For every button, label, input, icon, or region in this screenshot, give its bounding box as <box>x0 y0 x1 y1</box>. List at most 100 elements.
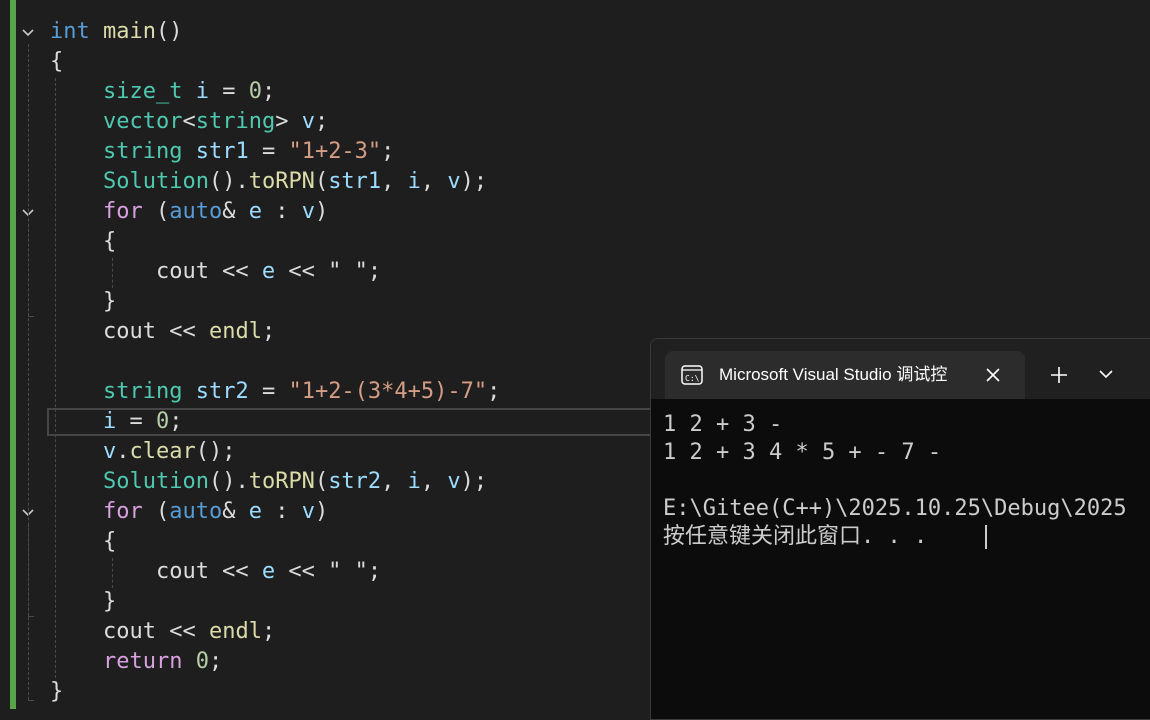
code-line[interactable]: int main() <box>50 17 182 47</box>
code-token: < <box>182 109 196 134</box>
code-token: i <box>407 169 421 194</box>
code-token: : <box>261 199 302 224</box>
code-token: ) <box>314 499 329 524</box>
code-token: ; <box>208 649 223 674</box>
code-line[interactable]: cout << e << " "; <box>50 257 381 287</box>
code-token: 0 <box>248 79 262 104</box>
fold-chevron-icon[interactable] <box>20 24 36 40</box>
code-token: e <box>248 199 262 224</box>
terminal-tab-title: Microsoft Visual Studio 调试控 <box>719 365 948 384</box>
code-line[interactable]: i = 0; <box>50 407 183 437</box>
terminal-output-line: 1 2 + 3 4 * 5 + - 7 - <box>663 440 942 465</box>
code-token: ; <box>261 79 276 104</box>
code-token: v <box>102 439 117 464</box>
code-token: , <box>381 469 408 494</box>
code-token: e <box>261 259 276 284</box>
code-token: { <box>50 529 117 554</box>
code-token: : <box>261 499 302 524</box>
code-token: i <box>102 409 117 434</box>
code-token: (). <box>208 169 249 194</box>
code-token: string <box>195 109 276 134</box>
code-token: , <box>420 169 448 194</box>
code-token: ( <box>142 199 170 224</box>
code-token: ( <box>314 169 329 194</box>
code-token: v <box>301 109 315 134</box>
code-token: i <box>195 79 209 104</box>
code-line[interactable]: string str1 = "1+2-3"; <box>50 137 394 167</box>
chevron-down-icon[interactable] <box>1095 363 1117 385</box>
code-token: ( <box>314 469 329 494</box>
code-token: ; <box>381 139 395 164</box>
code-line[interactable]: cout << endl; <box>50 617 275 647</box>
text-caret <box>985 525 987 549</box>
code-token: size_t <box>102 79 183 104</box>
code-line[interactable]: } <box>50 587 116 617</box>
code-token: Solution <box>102 169 209 194</box>
code-token: , <box>381 169 408 194</box>
code-token: string <box>102 139 183 164</box>
terminal-output-line: 按任意键关闭此窗口. . . <box>663 524 928 549</box>
code-token: cout << <box>50 259 262 284</box>
svg-text:C:\: C:\ <box>685 374 700 383</box>
code-line[interactable]: { <box>50 527 116 557</box>
code-line[interactable]: { <box>50 47 63 77</box>
code-line[interactable]: for (auto& e : v) <box>50 197 328 227</box>
code-token: } <box>50 289 117 314</box>
code-token: Solution <box>102 469 209 494</box>
code-line[interactable]: size_t i = 0; <box>50 77 275 107</box>
code-token: for <box>102 199 143 224</box>
code-token: str1 <box>195 139 249 164</box>
code-line[interactable]: return 0; <box>50 647 222 677</box>
code-token: 0 <box>195 649 209 674</box>
console-icon: C:\ <box>681 365 703 385</box>
code-token: e <box>261 559 276 584</box>
code-line[interactable]: string str2 = "1+2-(3*4+5)-7"; <box>50 377 500 407</box>
code-token: "1+2-3" <box>288 139 382 164</box>
code-line[interactable]: Solution().toRPN(str1, i, v); <box>50 167 487 197</box>
code-token: & <box>222 199 249 224</box>
change-tracking-bar <box>10 0 16 709</box>
code-token: ; <box>261 319 276 344</box>
code-token: v <box>447 469 461 494</box>
code-line[interactable]: v.clear(); <box>50 437 235 467</box>
code-token: = <box>208 79 249 104</box>
code-line[interactable]: cout << endl; <box>50 317 275 347</box>
code-line[interactable]: cout << e << " "; <box>50 557 381 587</box>
code-line[interactable]: Solution().toRPN(str2, i, v); <box>50 467 487 497</box>
terminal-output[interactable]: 1 2 + 3 - 1 2 + 3 4 * 5 + - 7 - E:\Gitee… <box>651 399 1150 719</box>
code-token: endl <box>208 619 262 644</box>
outline-guide <box>28 224 29 316</box>
editor-margin <box>0 0 10 709</box>
code-token: v <box>447 169 461 194</box>
code-token: ; <box>261 619 276 644</box>
code-token: ; <box>367 559 382 584</box>
code-line[interactable]: } <box>50 287 116 317</box>
code-token: "1+2-(3*4+5)-7" <box>288 379 488 404</box>
new-tab-plus-icon[interactable] <box>1047 363 1071 387</box>
code-line[interactable]: for (auto& e : v) <box>50 497 328 527</box>
code-token: () <box>155 19 183 44</box>
terminal-titlebar[interactable]: C:\ Microsoft Visual Studio 调试控 <box>651 339 1150 399</box>
code-token: v <box>301 199 315 224</box>
code-token: (); <box>195 439 236 464</box>
code-line[interactable]: { <box>50 227 116 257</box>
terminal-tab[interactable]: C:\ Microsoft Visual Studio 调试控 <box>665 351 1025 399</box>
code-token: " " <box>328 559 368 584</box>
code-line[interactable]: vector<string> v; <box>50 107 328 137</box>
outline-guide-end <box>28 700 34 701</box>
close-icon[interactable] <box>983 365 1003 385</box>
outline-guide-end <box>28 316 34 317</box>
code-line[interactable]: } <box>50 677 63 707</box>
terminal-window[interactable]: C:\ Microsoft Visual Studio 调试控 1 2 + 3 … <box>650 338 1150 720</box>
code-token: = <box>248 379 289 404</box>
